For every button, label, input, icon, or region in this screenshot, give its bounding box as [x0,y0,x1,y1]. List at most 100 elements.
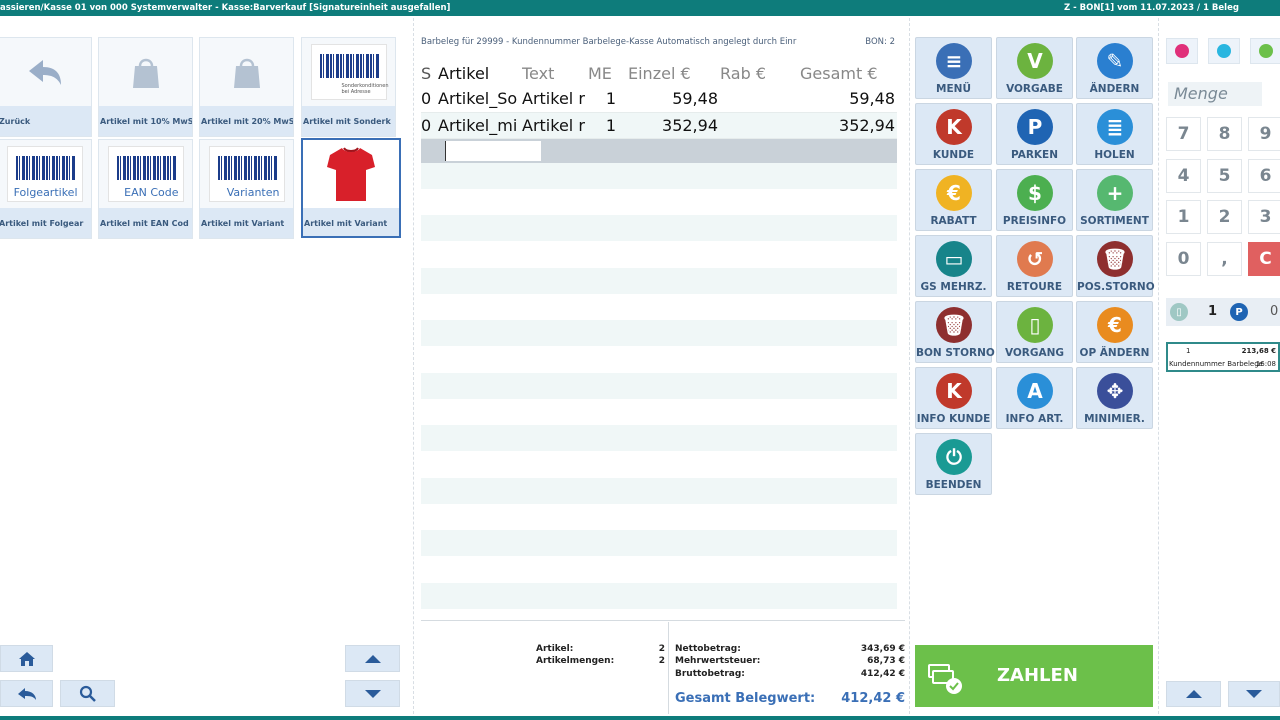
article-tile-sonderkondition[interactable]: Sonderkonditionen bei Adresse Artikel mi… [301,37,396,137]
bon-scroll-down-button[interactable] [1228,681,1280,707]
function-label: KUNDE [932,149,975,161]
article-tile-varianten[interactable]: Varianten Artikel mit Variant [199,139,294,239]
holen-button[interactable]: ≣ HOLEN [1076,103,1153,165]
key-9[interactable]: 9 [1248,117,1280,151]
key-0[interactable]: 0 [1166,242,1201,276]
function-label: BEENDEN [925,479,982,491]
vorgabe-icon: V [1017,43,1053,79]
parken-button[interactable]: P PARKEN [996,103,1073,165]
key-7[interactable]: 7 [1166,117,1201,151]
column-header[interactable]: Rab € [720,60,800,86]
article-tile-folgeartikel[interactable]: Folgeartikel Artikel mit Folgear [0,139,92,239]
article-label: Artikel mit Sonderk [302,106,395,136]
cell-einzel: 59,48 [628,86,720,113]
scroll-down-button[interactable] [345,680,400,707]
search-button[interactable] [60,680,115,707]
back-button[interactable] [0,680,53,707]
artikelmengen-label: Artikelmengen: [536,656,615,666]
parked-count: 0 [1270,304,1279,319]
home-button[interactable] [0,645,53,672]
money-icon [928,664,962,694]
total-value: 412,42 € [841,691,905,706]
key-5[interactable]: 5 [1207,159,1242,193]
vorgang-button[interactable]: ▯ VORGANG [996,301,1073,363]
info-art-button[interactable]: A INFO ART. [996,367,1073,429]
customer-display-cyan-button[interactable] [1208,38,1240,64]
op-ändern-icon: € [1097,307,1133,343]
cell-s: 0 [421,86,438,113]
clear-key[interactable]: C [1248,242,1280,276]
minimier-button[interactable]: ✥ MINIMIER. [1076,367,1153,429]
article-tile-20-mwst[interactable]: Artikel mit 20% MwS [199,37,294,137]
netto-value: 343,69 € [860,644,905,654]
comma-key[interactable]: , [1207,242,1242,276]
quantity-input[interactable]: Menge [1168,82,1262,106]
key-2[interactable]: 2 [1207,200,1242,234]
red-tshirt-icon [303,140,399,208]
column-header[interactable]: S [421,60,438,86]
title-bar: assieren/Kasse 01 von 000 Systemverwalte… [0,0,1280,16]
customer-display-green-button[interactable] [1250,38,1280,64]
new-entry-row[interactable] [421,139,897,163]
article-label: Artikel mit Folgear [0,208,91,238]
artikel-label: Artikel: [536,644,574,654]
function-label: VORGABE [1006,83,1063,95]
info-kunde-button[interactable]: K INFO KUNDE [915,367,992,429]
title-left: assieren/Kasse 01 von 000 Systemverwalte… [0,3,451,13]
customer-display-pink-button[interactable] [1166,38,1198,64]
column-header[interactable]: ME [588,60,628,86]
cell-s: 0 [421,112,438,139]
key-4[interactable]: 4 [1166,159,1201,193]
article-tile-10-mwst[interactable]: Artikel mit 10% MwS [98,37,193,137]
key-8[interactable]: 8 [1207,117,1242,151]
key-3[interactable]: 3 [1248,200,1280,234]
function-label: RETOURE [1006,281,1063,293]
kunde-button[interactable]: K KUNDE [915,103,992,165]
gs-mehrz-button[interactable]: ▭ GS MEHRZ. [915,235,992,297]
scroll-up-button[interactable] [345,645,400,672]
info-art-icon: A [1017,373,1053,409]
bon-card[interactable]: 1 213,68 € Kundennummer Barbelege 16:08 [1166,342,1280,372]
preisinfo-button[interactable]: $ PREISINFO [996,169,1073,231]
holen-icon: ≣ [1097,109,1133,145]
vorgabe-button[interactable]: V VORGABE [996,37,1073,99]
barcode-image: EAN Code [107,146,184,202]
function-label: VORGANG [1004,347,1065,359]
table-header: S Artikel Text ME Einzel € Rab € Gesamt … [421,60,897,86]
empty-row [421,530,897,556]
column-header[interactable]: Artikel [438,60,522,86]
table-row[interactable]: 0 Artikel_So Artikel r 1 59,48 59,48 [421,86,897,113]
article-label: Artikel mit Variant [200,208,293,238]
article-tile-ean-code[interactable]: EAN Code Artikel mit EAN Cod [98,139,193,239]
pos-storno-button[interactable]: 🗑 POS.STORNO [1076,235,1155,297]
bon-storno-button[interactable]: 🗑 BON STORNO [915,301,995,363]
key-1[interactable]: 1 [1166,200,1201,234]
cell-gesamt: 352,94 [800,112,897,139]
summary-divider [668,622,669,714]
ändern-button[interactable]: ✎ ÄNDERN [1076,37,1153,99]
pay-button[interactable]: ZAHLEN [915,645,1153,707]
retoure-button[interactable]: ↺ RETOURE [996,235,1073,297]
function-label: GS MEHRZ. [920,281,987,293]
empty-row [421,320,897,346]
pay-label: ZAHLEN [997,665,1078,686]
brutto-value: 412,42 € [860,669,905,679]
menü-button[interactable]: ≡ MENÜ [915,37,992,99]
article-input[interactable] [445,141,541,161]
cell-me: 1 [588,112,628,139]
vorgang-icon: ▯ [1017,307,1053,343]
article-tile-back[interactable]: Zurück [0,37,92,137]
cell-text: Artikel r [522,86,588,113]
column-header[interactable]: Text [522,60,588,86]
rabatt-button[interactable]: € RABATT [915,169,992,231]
article-tile-variant-shirt[interactable]: Artikel mit Variant [301,138,401,238]
table-row[interactable]: 0 Artikel_mi Artikel r 1 352,94 352,94 [421,112,897,139]
op-ändern-button[interactable]: € OP ÄNDERN [1076,301,1153,363]
key-6[interactable]: 6 [1248,159,1280,193]
barcode-image: Folgeartikel [6,146,83,202]
column-header[interactable]: Gesamt € [800,60,897,86]
bon-scroll-up-button[interactable] [1166,681,1221,707]
beenden-button[interactable]: ⏻ BEENDEN [915,433,992,495]
sortiment-button[interactable]: + SORTIMENT [1076,169,1153,231]
column-header[interactable]: Einzel € [628,60,720,86]
